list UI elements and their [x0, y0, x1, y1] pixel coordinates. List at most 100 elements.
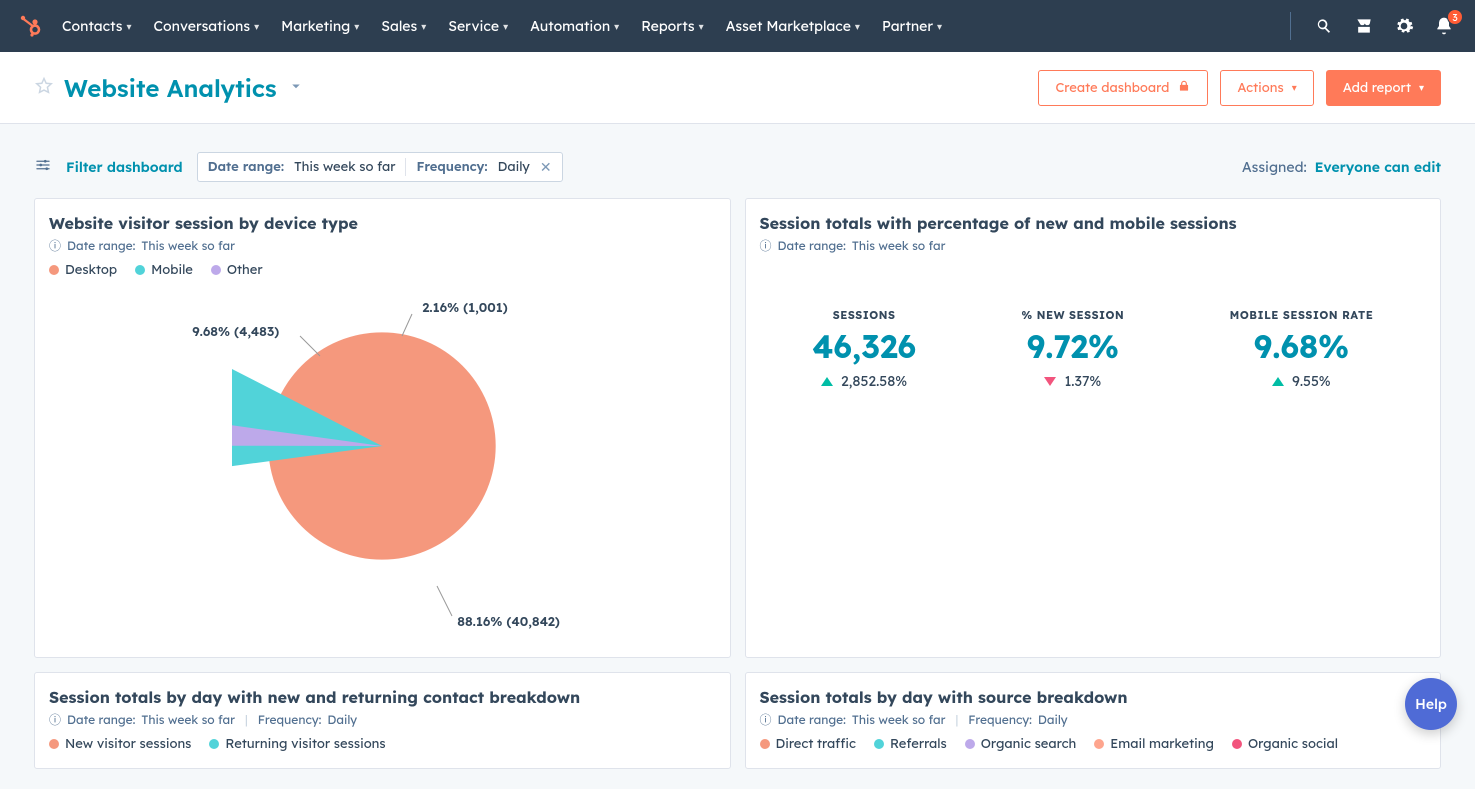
kpi-delta: 9.55% [1292, 372, 1331, 390]
range-value: This week so far [852, 238, 946, 253]
divider [1290, 12, 1291, 40]
close-icon[interactable]: ✕ [540, 158, 552, 176]
create-dashboard-button[interactable]: Create dashboard [1038, 70, 1208, 106]
marketplace-icon[interactable] [1353, 15, 1375, 37]
create-dashboard-label: Create dashboard [1055, 80, 1169, 96]
kpi-row: SESSIONS 46,326 2,852.58% % NEW SESSION … [760, 308, 1427, 390]
dot-icon [209, 739, 219, 749]
dot-icon [874, 739, 884, 749]
legend-item[interactable]: Referrals [874, 736, 947, 752]
lock-icon [1177, 79, 1191, 97]
legend-item[interactable]: Organic social [1232, 736, 1338, 752]
kpi-label: SESSIONS [812, 308, 916, 322]
freq-value: Daily [327, 712, 357, 727]
pie-label-mobile: 9.68% (4,483) [192, 324, 279, 340]
dashboard-selector-chevron-icon[interactable] [287, 77, 305, 99]
nav-item-marketing[interactable]: Marketing▾ [281, 17, 359, 35]
dot-icon [760, 739, 770, 749]
dot-icon [1094, 739, 1104, 749]
legend-item[interactable]: Returning visitor sessions [209, 736, 385, 752]
add-report-label: Add report [1343, 80, 1411, 96]
chevron-down-icon: ▾ [503, 20, 508, 33]
legend: Desktop Mobile Other [49, 262, 716, 278]
legend-item[interactable]: Email marketing [1094, 736, 1214, 752]
page-title[interactable]: Website Analytics [64, 73, 277, 103]
actions-label: Actions [1237, 80, 1283, 96]
nav-item-sales[interactable]: Sales▾ [381, 17, 426, 35]
kpi-value: 9.72% [1021, 326, 1124, 366]
card-title: Session totals with percentage of new an… [760, 213, 1427, 233]
filter-pill[interactable]: Date range: This week so far Frequency: … [197, 152, 563, 182]
gear-icon[interactable] [1393, 15, 1415, 37]
triangle-up-icon [1272, 377, 1284, 386]
info-icon[interactable]: ⓘ [760, 237, 772, 254]
assigned-label: Assigned: [1242, 158, 1307, 176]
legend-item[interactable]: Mobile [135, 262, 193, 278]
nav-item-reports[interactable]: Reports▾ [641, 17, 703, 35]
nav-item-automation[interactable]: Automation▾ [530, 17, 619, 35]
top-nav: Contacts▾ Conversations▾ Marketing▾ Sale… [0, 0, 1475, 52]
legend-item[interactable]: Other [211, 262, 263, 278]
nav-item-service[interactable]: Service▾ [448, 17, 508, 35]
freq-label: Frequency: [968, 712, 1032, 727]
range-label: Date range: [778, 238, 846, 253]
star-icon[interactable] [34, 76, 54, 100]
filter-dashboard-link[interactable]: Filter dashboard [66, 158, 183, 176]
search-icon[interactable] [1313, 15, 1335, 37]
legend-item[interactable]: Desktop [49, 262, 117, 278]
pie-label-other: 2.16% (1,001) [422, 300, 508, 316]
actions-button[interactable]: Actions ▾ [1220, 70, 1313, 106]
dot-icon [49, 265, 59, 275]
dot-icon [1232, 739, 1242, 749]
card-title: Session totals by day with new and retur… [49, 687, 716, 707]
add-report-button[interactable]: Add report ▾ [1326, 70, 1441, 106]
nav-right: 3 [1282, 12, 1467, 40]
assigned-value-link[interactable]: Everyone can edit [1315, 158, 1441, 176]
card-title: Session totals by day with source breakd… [760, 687, 1427, 707]
legend: Direct traffic Referrals Organic search … [760, 736, 1427, 752]
kpi-new-session: % NEW SESSION 9.72% 1.37% [1021, 308, 1124, 390]
card-session-totals: Session totals with percentage of new an… [745, 198, 1442, 658]
range-label: Date range: [67, 238, 135, 253]
kpi-value: 46,326 [812, 326, 916, 366]
info-icon[interactable]: ⓘ [49, 711, 61, 728]
dashboard-filters: Filter dashboard Date range: This week s… [0, 124, 1475, 194]
nav-item-conversations[interactable]: Conversations▾ [154, 17, 260, 35]
pill-freq-label: Frequency: [416, 159, 487, 175]
info-icon[interactable]: ⓘ [760, 711, 772, 728]
kpi-delta: 1.37% [1064, 372, 1101, 390]
kpi-label: MOBILE SESSION RATE [1230, 308, 1374, 322]
dot-icon [135, 265, 145, 275]
pie-slice-other[interactable] [269, 332, 496, 559]
divider: | [955, 712, 958, 727]
dot-icon [211, 265, 221, 275]
kpi-value: 9.68% [1230, 326, 1374, 366]
triangle-down-icon [1044, 377, 1056, 386]
divider [405, 158, 406, 176]
legend: New visitor sessions Returning visitor s… [49, 736, 716, 752]
chevron-down-icon: ▾ [699, 20, 704, 33]
freq-value: Daily [1038, 712, 1068, 727]
nav-item-contacts[interactable]: Contacts▾ [62, 17, 132, 35]
kpi-sessions: SESSIONS 46,326 2,852.58% [812, 308, 916, 390]
help-button[interactable]: Help [1405, 678, 1457, 730]
legend-item[interactable]: Organic search [965, 736, 1077, 752]
dashboard-header: Website Analytics Create dashboard Actio… [0, 52, 1475, 124]
nav-menu: Contacts▾ Conversations▾ Marketing▾ Sale… [62, 17, 942, 35]
range-label: Date range: [67, 712, 135, 727]
notifications-icon[interactable]: 3 [1433, 15, 1455, 37]
nav-item-partner[interactable]: Partner▾ [882, 17, 942, 35]
range-label: Date range: [778, 712, 846, 727]
chevron-down-icon: ▾ [126, 20, 131, 33]
notification-badge: 3 [1447, 9, 1463, 25]
sliders-icon [34, 156, 52, 178]
dot-icon [965, 739, 975, 749]
info-icon[interactable]: ⓘ [49, 237, 61, 254]
pill-freq-value: Daily [498, 159, 530, 175]
legend-item[interactable]: New visitor sessions [49, 736, 191, 752]
card-sessions-by-day-contacts: Session totals by day with new and retur… [34, 672, 731, 769]
legend-item[interactable]: Direct traffic [760, 736, 856, 752]
nav-item-asset-marketplace[interactable]: Asset Marketplace▾ [726, 17, 860, 35]
card-device-type: Website visitor session by device type ⓘ… [34, 198, 731, 658]
hubspot-logo-icon[interactable] [16, 12, 44, 40]
